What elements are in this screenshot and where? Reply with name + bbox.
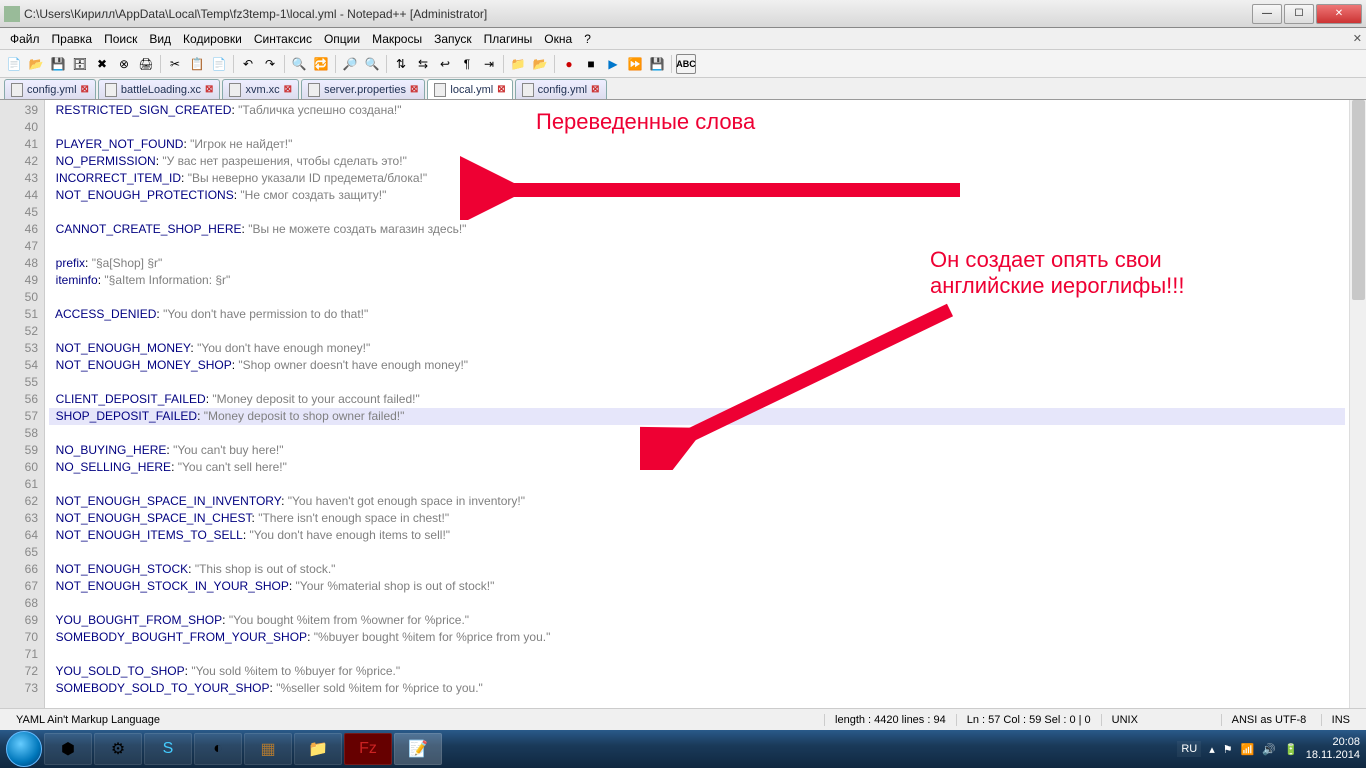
line-number-gutter: 3940414243444546474849505152535455565758…: [0, 100, 45, 750]
app-icon: [4, 6, 20, 22]
start-button[interactable]: [6, 731, 42, 767]
menu-help[interactable]: ?: [578, 30, 597, 48]
maximize-button[interactable]: ☐: [1284, 4, 1314, 24]
tray-action-center-icon[interactable]: ⚑: [1223, 743, 1233, 756]
menu-macros[interactable]: Макросы: [366, 30, 428, 48]
file-icon: [522, 83, 534, 97]
unfold-icon[interactable]: 📂: [530, 54, 550, 74]
status-encoding: ANSI as UTF-8: [1221, 714, 1321, 726]
menu-edit[interactable]: Правка: [46, 30, 99, 48]
tab-config-yml-2[interactable]: config.yml⊠: [515, 79, 607, 99]
invisible-icon[interactable]: ¶: [457, 54, 477, 74]
tab-config-yml-1[interactable]: config.yml⊠: [4, 79, 96, 99]
tab-local-yml[interactable]: local.yml⊠: [427, 79, 512, 99]
menu-view[interactable]: Вид: [143, 30, 177, 48]
file-icon: [105, 83, 117, 97]
save-macro-icon[interactable]: 💾: [647, 54, 667, 74]
minimize-button[interactable]: —: [1252, 4, 1282, 24]
taskbar-chrome[interactable]: ◐: [194, 733, 242, 765]
save-all-icon[interactable]: 🗄: [70, 54, 90, 74]
find-icon[interactable]: 🔍: [289, 54, 309, 74]
menu-windows[interactable]: Окна: [538, 30, 578, 48]
file-icon: [11, 83, 23, 97]
menu-bar: Файл Правка Поиск Вид Кодировки Синтакси…: [0, 28, 1366, 50]
close-icon[interactable]: ⊠: [205, 84, 213, 95]
menu-syntax[interactable]: Синтаксис: [248, 30, 318, 48]
record-macro-icon[interactable]: ●: [559, 54, 579, 74]
taskbar-skype[interactable]: S: [144, 733, 192, 765]
status-bar: YAML Ain't Markup Language length : 4420…: [0, 708, 1366, 730]
fold-icon[interactable]: 📁: [508, 54, 528, 74]
wrap-icon[interactable]: ↩: [435, 54, 455, 74]
system-tray: RU ▴ ⚑ 📶 🔊 🔋 20:08 18.11.2014: [1177, 736, 1360, 762]
taskbar-explorer[interactable]: 📁: [294, 733, 342, 765]
tray-arrow-icon[interactable]: ▴: [1209, 743, 1215, 756]
status-position: Ln : 57 Col : 59 Sel : 0 | 0: [956, 714, 1101, 726]
taskbar-filezilla[interactable]: Fz: [344, 733, 392, 765]
taskbar-notepadpp[interactable]: 📝: [394, 733, 442, 765]
windows-taskbar: ⬢ ⚙ S ◐ ▦ 📁 Fz 📝 RU ▴ ⚑ 📶 🔊 🔋 20:08 18.1…: [0, 730, 1366, 768]
paste-icon[interactable]: 📄: [209, 54, 229, 74]
copy-icon[interactable]: 📋: [187, 54, 207, 74]
close-icon[interactable]: ⊠: [497, 84, 505, 95]
print-icon[interactable]: 🖨: [136, 54, 156, 74]
zoom-in-icon[interactable]: 🔎: [340, 54, 360, 74]
taskbar-app-1[interactable]: ⬢: [44, 733, 92, 765]
tab-bar: config.yml⊠ battleLoading.xc⊠ xvm.xc⊠ se…: [0, 78, 1366, 100]
tab-server-properties[interactable]: server.properties⊠: [301, 79, 425, 99]
zoom-out-icon[interactable]: 🔍: [362, 54, 382, 74]
menu-encodings[interactable]: Кодировки: [177, 30, 248, 48]
indent-icon[interactable]: ⇥: [479, 54, 499, 74]
multi-play-icon[interactable]: ⏩: [625, 54, 645, 74]
vertical-scrollbar[interactable]: ▲ ▼: [1349, 100, 1366, 750]
play-macro-icon[interactable]: ▶: [603, 54, 623, 74]
code-area[interactable]: RESTRICTED_SIGN_CREATED: "Табличка успеш…: [45, 100, 1349, 750]
menu-options[interactable]: Опции: [318, 30, 366, 48]
menu-search[interactable]: Поиск: [98, 30, 143, 48]
tab-xvm-xc[interactable]: xvm.xc⊠: [222, 79, 299, 99]
cut-icon[interactable]: ✂: [165, 54, 185, 74]
tray-network-icon[interactable]: 📶: [1241, 743, 1255, 756]
language-indicator[interactable]: RU: [1177, 741, 1201, 757]
close-icon[interactable]: ⊠: [284, 84, 292, 95]
taskbar-minecraft[interactable]: ▦: [244, 733, 292, 765]
spellcheck-icon[interactable]: ABC: [676, 54, 696, 74]
window-titlebar: C:\Users\Кирилл\AppData\Local\Temp\fz3te…: [0, 0, 1366, 28]
tab-battleloading[interactable]: battleLoading.xc⊠: [98, 79, 221, 99]
tray-volume-icon[interactable]: 🔊: [1262, 743, 1276, 756]
status-insert-mode: INS: [1321, 714, 1360, 726]
clock[interactable]: 20:08 18.11.2014: [1306, 736, 1360, 762]
close-icon[interactable]: ⊠: [410, 84, 418, 95]
save-icon[interactable]: 💾: [48, 54, 68, 74]
replace-icon[interactable]: 🔁: [311, 54, 331, 74]
editor[interactable]: 3940414243444546474849505152535455565758…: [0, 100, 1366, 750]
menu-plugins[interactable]: Плагины: [478, 30, 539, 48]
close-icon[interactable]: ⊠: [81, 84, 89, 95]
tray-battery-icon[interactable]: 🔋: [1284, 743, 1298, 756]
toolbar: 📄 📂 💾 🗄 ✖ ⊗ 🖨 ✂ 📋 📄 ↶ ↷ 🔍 🔁 🔎 🔍 ⇅ ⇆ ↩ ¶ …: [0, 50, 1366, 78]
sync-v-icon[interactable]: ⇅: [391, 54, 411, 74]
new-file-icon[interactable]: 📄: [4, 54, 24, 74]
close-file-icon[interactable]: ✖: [92, 54, 112, 74]
taskbar-steam[interactable]: ⚙: [94, 733, 142, 765]
scroll-thumb[interactable]: [1352, 100, 1365, 300]
file-icon: [434, 83, 446, 97]
file-icon: [229, 83, 241, 97]
undo-icon[interactable]: ↶: [238, 54, 258, 74]
status-language: YAML Ain't Markup Language: [6, 714, 170, 726]
stop-macro-icon[interactable]: ■: [581, 54, 601, 74]
sync-h-icon[interactable]: ⇆: [413, 54, 433, 74]
status-eol: UNIX: [1101, 714, 1221, 726]
menu-run[interactable]: Запуск: [428, 30, 478, 48]
redo-icon[interactable]: ↷: [260, 54, 280, 74]
file-icon: [308, 83, 320, 97]
close-all-icon[interactable]: ⊗: [114, 54, 134, 74]
open-file-icon[interactable]: 📂: [26, 54, 46, 74]
menu-close-x[interactable]: ✕: [1353, 32, 1362, 45]
window-title: C:\Users\Кирилл\AppData\Local\Temp\fz3te…: [24, 7, 1250, 21]
menu-file[interactable]: Файл: [4, 30, 46, 48]
status-length: length : 4420 lines : 94: [824, 714, 956, 726]
close-button[interactable]: ✕: [1316, 4, 1362, 24]
close-icon[interactable]: ⊠: [591, 84, 599, 95]
